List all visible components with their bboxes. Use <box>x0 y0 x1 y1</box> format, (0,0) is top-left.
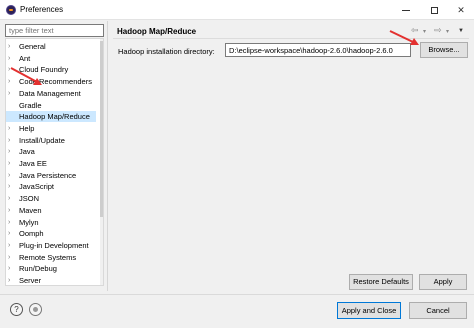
sidebar-item[interactable]: › Remote Systems <box>6 252 96 263</box>
sidebar-item[interactable]: › Oomph <box>6 228 96 239</box>
close-icon: ✕ <box>457 5 465 15</box>
forward-dropdown-icon[interactable]: ▾ <box>446 28 449 35</box>
chevron-right-icon[interactable]: › <box>8 170 16 181</box>
install-dir-label: Hadoop installation directory: <box>118 47 215 56</box>
sidebar-item[interactable]: › Maven <box>6 205 96 216</box>
chevron-right-icon[interactable]: › <box>8 228 16 239</box>
maximize-button[interactable] <box>420 0 448 20</box>
chevron-right-icon[interactable]: › <box>8 205 16 216</box>
sidebar-item[interactable]: › Plug-in Development <box>6 240 96 251</box>
window-title: Preferences <box>20 5 64 14</box>
sidebar-item-label: Java EE <box>19 159 47 168</box>
filter-input[interactable] <box>5 24 104 37</box>
sidebar-item[interactable]: › Install/Update <box>6 135 96 146</box>
sidebar-item-label: Cloud Foundry <box>19 65 69 75</box>
restore-defaults-button[interactable]: Restore Defaults <box>349 274 413 290</box>
maximize-icon <box>430 7 438 15</box>
cancel-button[interactable]: Cancel <box>409 302 467 319</box>
footer-separator <box>0 294 474 295</box>
chevron-right-icon[interactable]: › <box>8 240 16 251</box>
sidebar-item[interactable]: › Code Recommenders <box>6 76 96 87</box>
help-icon[interactable]: ? <box>10 303 23 316</box>
sidebar-item-label: Mylyn <box>19 217 39 227</box>
chevron-right-icon[interactable]: › <box>8 123 16 134</box>
eclipse-icon <box>6 5 16 15</box>
sidebar-item-label: Run/Debug <box>19 264 57 274</box>
sidebar-item-label: Help <box>19 123 35 133</box>
sidebar-item[interactable]: Hadoop Map/Reduce <box>6 111 96 123</box>
sidebar-item-label: Java <box>19 147 35 157</box>
apply-and-close-button[interactable]: Apply and Close <box>337 302 401 319</box>
apply-button[interactable]: Apply <box>419 274 467 290</box>
sidebar-item-label: Gradle <box>19 100 42 110</box>
sidebar-item-label: Maven <box>19 205 42 215</box>
sidebar-item-label: Remote Systems <box>19 252 77 262</box>
sidebar-item[interactable]: › Java <box>6 146 96 157</box>
sidebar-item-label: Server <box>19 276 42 285</box>
chevron-right-icon[interactable]: › <box>8 146 16 157</box>
back-arrow-icon[interactable]: ⇦ <box>411 25 419 36</box>
tree-scrollbar-thumb[interactable] <box>100 41 103 217</box>
minimize-icon <box>402 10 410 12</box>
tree-scrollbar[interactable] <box>100 39 103 285</box>
chevron-right-icon[interactable]: › <box>8 252 16 263</box>
sidebar-item[interactable]: › Mylyn <box>6 217 96 228</box>
import-export-icon[interactable] <box>29 303 42 316</box>
sidebar-item-label: Install/Update <box>19 135 65 145</box>
sidebar-item-label: Ant <box>19 53 31 63</box>
chevron-right-icon[interactable]: › <box>8 217 16 228</box>
sidebar-item[interactable]: › Cloud Foundry <box>6 64 96 75</box>
browse-button[interactable]: Browse... <box>420 42 468 58</box>
sidebar-item[interactable]: › General <box>6 41 96 52</box>
sidebar-item[interactable]: › Help <box>6 123 96 134</box>
sidebar-item[interactable]: › Ant <box>6 53 96 64</box>
sidebar-item-label: JSON <box>19 194 40 204</box>
sidebar-item-label: Plug-in Development <box>19 240 89 250</box>
install-dir-field[interactable] <box>225 43 411 57</box>
back-dropdown-icon[interactable]: ▾ <box>423 28 426 35</box>
sidebar-item[interactable]: › Server <box>6 275 96 285</box>
chevron-right-icon[interactable]: › <box>8 76 16 87</box>
pane-divider[interactable] <box>107 21 108 291</box>
sidebar-item[interactable]: › Data Management <box>6 88 96 99</box>
preference-tree: › General › Ant › Cloud Foundry › Code Recommen… <box>5 38 104 286</box>
chevron-right-icon[interactable]: › <box>8 263 16 274</box>
minimize-button[interactable] <box>392 0 420 20</box>
sidebar-item[interactable]: Gradle <box>6 100 96 111</box>
page-title: Hadoop Map/Reduce <box>117 27 197 36</box>
sidebar-item[interactable]: › JavaScript <box>6 181 96 192</box>
forward-arrow-icon[interactable]: ⇨ <box>434 25 442 36</box>
sidebar-item[interactable]: › Run/Debug <box>6 263 96 274</box>
sidebar-item-label: Hadoop Map/Reduce <box>19 112 90 122</box>
title-bar: Preferences ✕ <box>0 0 474 20</box>
sidebar-item[interactable]: › Java Persistence <box>6 170 96 181</box>
sidebar-item-label: JavaScript <box>19 182 55 192</box>
sidebar-item-label: Code Recommenders <box>19 77 92 87</box>
chevron-right-icon[interactable]: › <box>8 193 16 204</box>
view-menu-icon[interactable]: ▼ <box>458 28 464 34</box>
chevron-right-icon[interactable]: › <box>8 88 16 99</box>
sidebar-item-label: Java Persistence <box>19 170 77 180</box>
sidebar-item[interactable]: › JSON <box>6 193 96 204</box>
close-button[interactable]: ✕ <box>447 0 474 20</box>
chevron-right-icon[interactable]: › <box>8 181 16 192</box>
sidebar-item-label: Oomph <box>19 229 44 239</box>
sidebar-item-label: General <box>19 42 46 51</box>
sidebar-item[interactable]: › Java EE <box>6 158 96 169</box>
header-separator <box>113 38 469 39</box>
chevron-right-icon[interactable]: › <box>8 158 16 169</box>
chevron-right-icon[interactable]: › <box>8 53 16 64</box>
chevron-right-icon[interactable]: › <box>8 275 16 285</box>
chevron-right-icon[interactable]: › <box>8 135 16 146</box>
chevron-right-icon[interactable]: › <box>8 41 16 52</box>
sidebar-item-label: Data Management <box>19 88 81 98</box>
chevron-right-icon[interactable]: › <box>8 64 16 75</box>
